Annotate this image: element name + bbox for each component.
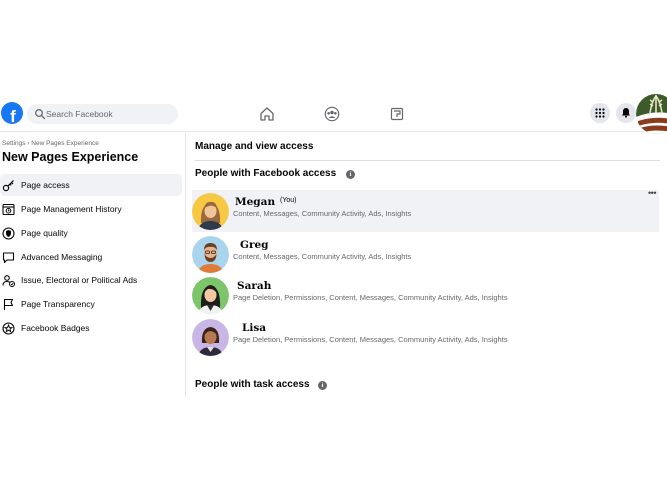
more-options-button[interactable]: •••: [645, 189, 659, 200]
task-access-heading: People with task access: [195, 379, 310, 390]
search-box[interactable]: [27, 104, 178, 124]
you-tag: (You): [280, 197, 297, 204]
sidebar-item-political-ads[interactable]: Issue, Electoral or Political Ads: [0, 269, 182, 291]
avatar: [192, 193, 229, 230]
flag-icon: [3, 298, 14, 310]
avatar: [192, 236, 229, 273]
key-icon: [2, 180, 14, 192]
person-name: Lisa: [242, 322, 267, 334]
sidebar-item-page-transparency[interactable]: Page Transparency: [0, 293, 182, 315]
section-heading-manage-access: Manage and view access: [195, 141, 314, 152]
sidebar-item-label: Page Transparency: [21, 299, 95, 309]
person-row-greg[interactable]: Greg Content, Messages, Community Activi…: [192, 233, 659, 275]
divider: [195, 160, 660, 161]
settings-sidebar: Settings › New Pages Experience New Page…: [0, 133, 186, 397]
facebook-logo-letter: f: [10, 107, 16, 124]
notifications-bell-icon: [622, 108, 630, 118]
sidebar-item-advanced-messaging[interactable]: Advanced Messaging: [0, 246, 182, 268]
pages-icon[interactable]: [389, 106, 405, 122]
info-icon[interactable]: i: [318, 381, 327, 390]
person-row-lisa[interactable]: Lisa Page Deletion, Permissions, Content…: [192, 316, 659, 358]
person-permissions: Content, Messages, Community Activity, A…: [233, 209, 412, 218]
sidebar-item-label: Page quality: [21, 228, 68, 238]
avatar: [192, 277, 229, 314]
person-name: Megan: [235, 196, 276, 208]
person-permissions: Content, Messages, Community Activity, A…: [233, 252, 412, 261]
message-bubble-icon: [2, 252, 15, 264]
page-title: New Pages Experience: [2, 150, 139, 164]
facebook-access-heading: People with Facebook access: [195, 168, 337, 179]
person-row-megan[interactable]: Megan (You) Content, Messages, Community…: [192, 189, 659, 232]
search-input[interactable]: [46, 104, 174, 124]
sidebar-item-page-access[interactable]: Page access: [0, 174, 182, 196]
search-icon: [35, 109, 46, 120]
info-icon[interactable]: i: [346, 170, 355, 179]
breadcrumb[interactable]: Settings › New Pages Experience: [2, 140, 99, 147]
sidebar-item-page-management-history[interactable]: Page Management History: [0, 198, 182, 220]
facebook-logo[interactable]: f: [1, 102, 23, 124]
sidebar-item-label: Issue, Electoral or Political Ads: [21, 275, 138, 285]
facebook-page-settings-screen: f Search Facebook Settings › New Pages E…: [0, 0, 667, 500]
sidebar-item-label: Page access: [21, 180, 70, 190]
menu-grid-icon: [595, 108, 605, 118]
sidebar-item-label: Advanced Messaging: [21, 252, 103, 262]
groups-icon[interactable]: [324, 106, 340, 122]
home-icon[interactable]: [259, 106, 275, 122]
badge-star-icon: [2, 322, 15, 335]
history-icon: [2, 203, 15, 216]
person-permissions: Page Deletion, Permissions, Content, Mes…: [233, 293, 508, 302]
menu-button[interactable]: [590, 103, 610, 123]
page-access-panel: Manage and view access People with Faceb…: [187, 133, 667, 397]
sidebar-item-facebook-badges[interactable]: Facebook Badges: [0, 317, 182, 339]
person-row-sarah[interactable]: Sarah Page Deletion, Permissions, Conten…: [192, 274, 659, 316]
person-name: Sarah: [237, 280, 272, 292]
sidebar-item-page-quality[interactable]: Page quality: [0, 222, 182, 244]
sidebar-item-label: Facebook Badges: [21, 323, 90, 333]
avatar: [192, 319, 229, 356]
notifications-button[interactable]: [616, 103, 636, 123]
person-permissions: Page Deletion, Permissions, Content, Mes…: [233, 335, 508, 344]
shield-icon: [2, 227, 15, 240]
top-navigation-bar: f: [0, 98, 667, 132]
person-ad-icon: [2, 275, 15, 287]
sidebar-item-label: Page Management History: [21, 204, 122, 214]
person-name: Greg: [240, 239, 269, 251]
